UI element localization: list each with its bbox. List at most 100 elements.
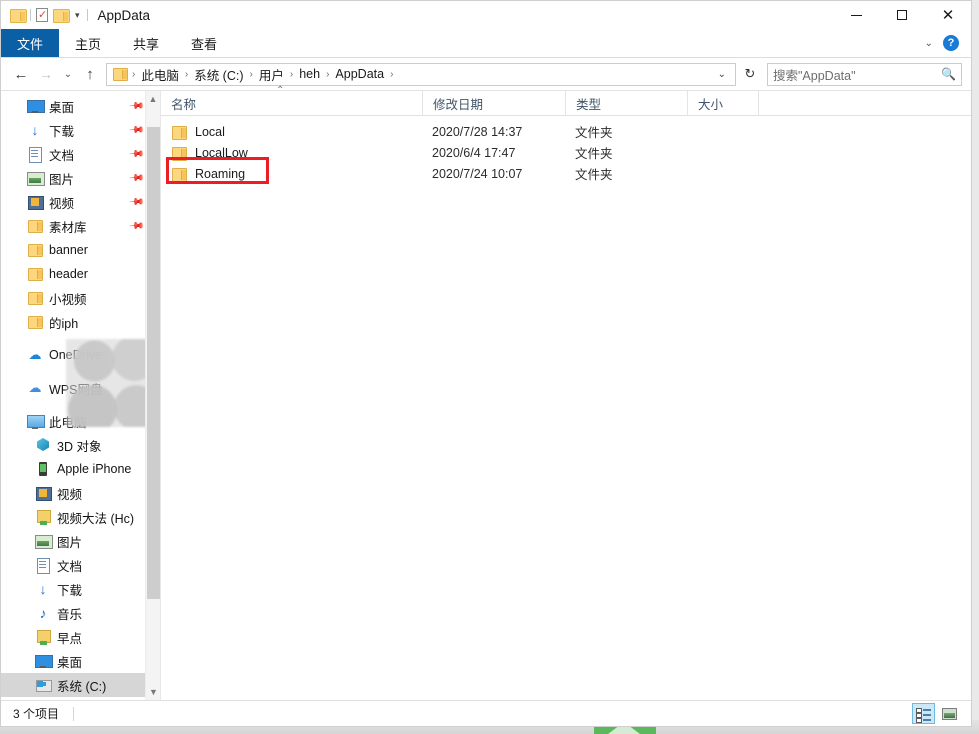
file-name-cell[interactable]: LocalLow [161,146,422,160]
properties-icon[interactable]: ✓ [36,8,48,22]
sidebar-item-pc-desktop[interactable]: 桌面 [1,649,160,673]
scroll-up-button[interactable]: ▲ [146,91,160,107]
table-row[interactable]: Roaming 2020/7/24 10:07 文件夹 [161,163,971,184]
breadcrumb-folder-icon [112,66,128,82]
back-button[interactable]: ← [10,62,32,86]
title-bar: ✓ ▾ AppData ✕ [1,1,971,29]
column-header-type[interactable]: 类型 [565,91,687,116]
minimize-button[interactable] [833,1,879,29]
sidebar-item-this-pc[interactable]: 此电脑 [1,409,160,433]
breadcrumb-separator-3[interactable]: › [286,69,297,80]
scroll-down-button[interactable]: ▼ [146,684,161,700]
search-input[interactable]: 搜索"AppData" 🔍 [767,63,962,86]
toolbar-divider-2 [87,9,88,21]
breadcrumb-separator-5[interactable]: › [386,69,397,80]
item-count-label: 3 个项目 [13,705,59,722]
column-header-spacer[interactable] [758,91,786,116]
sidebar-item-label: WPS网盘 [49,379,102,398]
new-folder-icon[interactable] [53,9,68,21]
column-header-name[interactable]: 名称 ⌃ [161,91,422,116]
address-dropdown-icon[interactable]: ⌄ [713,69,731,80]
table-row[interactable]: Local 2020/7/28 14:37 文件夹 [161,121,971,142]
pin-icon[interactable]: 📌 [127,218,144,235]
sidebar-item-wps-cloud[interactable]: ☁ WPS网盘 [1,376,160,400]
maximize-button[interactable] [879,1,925,29]
recent-locations-button[interactable]: ⌄ [60,62,76,86]
sidebar-item-videos[interactable]: 视频 📌 [1,190,160,214]
pin-icon[interactable]: 📌 [127,122,144,139]
forward-button[interactable]: → [35,62,57,86]
file-name: Local [195,125,225,139]
sidebar-item-label: Apple iPhone [57,462,131,476]
sidebar-item-material-library[interactable]: 素材库 📌 [1,214,160,238]
file-name-cell[interactable]: Local [161,125,422,139]
pin-icon[interactable]: 📌 [127,146,144,163]
file-name-cell[interactable]: Roaming [161,167,422,181]
breadcrumb-item-heh[interactable]: heh [297,67,322,81]
breadcrumb-item-this-pc[interactable]: 此电脑 [139,65,181,84]
breadcrumb-separator-2[interactable]: › [246,69,257,80]
sidebar-item-desktop[interactable]: 桌面 📌 [1,94,160,118]
videos-icon [27,194,43,210]
sidebar-item-zaodian[interactable]: 早点 [1,625,160,649]
breadcrumb-separator-0[interactable]: › [128,69,139,80]
column-header-date-modified[interactable]: 修改日期 [422,91,565,116]
up-button[interactable]: ↑ [79,62,101,86]
sidebar-item-documents[interactable]: 文档 📌 [1,142,160,166]
sidebar-item-3d-objects[interactable]: 3D 对象 [1,433,160,457]
toolbar-divider [30,9,31,21]
breadcrumb-item-users[interactable]: 用户 [257,65,286,84]
sidebar-item-pc-videos[interactable]: 视频 [1,481,160,505]
pin-icon[interactable]: 📌 [127,170,144,187]
table-row[interactable]: LocalLow 2020/6/4 17:47 文件夹 [161,142,971,163]
sidebar-item-downloads[interactable]: ↓ 下载 📌 [1,118,160,142]
scrollbar-thumb[interactable] [147,127,160,599]
breadcrumb-item-appdata[interactable]: AppData [333,67,386,81]
sort-ascending-icon: ⌃ [276,85,284,96]
videos-icon [35,485,51,501]
help-icon[interactable]: ? [943,35,959,51]
sidebar-item-label: 音乐 [57,604,82,623]
details-view-icon [916,707,931,720]
sidebar-item-label: 素材库 [49,217,87,236]
sidebar-item-music[interactable]: ♪ 音乐 [1,601,160,625]
breadcrumb-item-system-c[interactable]: 系统 (C:) [192,65,245,84]
pin-icon[interactable]: 📌 [127,98,144,115]
sidebar-item-pc-downloads[interactable]: ↓ 下载 [1,577,160,601]
sidebar-item-short-video[interactable]: 小视频 [1,286,160,310]
quick-access-toolbar: ✓ ▾ [10,8,88,22]
breadcrumb-separator-4[interactable]: › [322,69,333,80]
close-button[interactable]: ✕ [925,1,971,29]
tab-home[interactable]: 主页 [59,29,117,57]
customize-caret-icon[interactable]: ▾ [73,11,82,20]
folder-icon[interactable] [10,9,25,21]
details-view-button[interactable] [912,703,935,724]
tab-share[interactable]: 共享 [117,29,175,57]
sidebar-item-system-c[interactable]: 系统 (C:) [1,673,160,697]
user-folder-icon [35,629,51,645]
sidebar-item-onedrive[interactable]: ☁ OneDrive [1,343,160,367]
wps-cloud-icon: ☁ [27,380,43,396]
sidebar-item-header[interactable]: header [1,262,160,286]
tab-file[interactable]: 文件 [1,29,59,57]
breadcrumb[interactable]: › 此电脑 › 系统 (C:) › 用户 › heh › AppData › ⌄ [106,63,736,86]
column-header-size[interactable]: 大小 [687,91,758,116]
sidebar-item-apple-iphone[interactable]: Apple iPhone [1,457,160,481]
sidebar-item-pictures[interactable]: 图片 📌 [1,166,160,190]
sidebar-item-label: 下载 [57,580,82,599]
sidebar-item-pc-documents[interactable]: 文档 [1,553,160,577]
navigation-scrollbar[interactable]: ▲ ▼ [145,91,160,700]
sidebar-item-banner[interactable]: banner [1,238,160,262]
chevron-down-icon[interactable]: ⌄ [925,38,933,49]
sidebar-item-video-dafa[interactable]: 视频大法 (Hc) [1,505,160,529]
sidebar-item-iphone-folder[interactable]: 的iph [1,310,160,334]
sidebar-item-label: 图片 [49,169,74,188]
sidebar-item-label: 下载 [49,121,74,140]
search-icon[interactable]: 🔍 [941,67,956,81]
pin-icon[interactable]: 📌 [127,194,144,211]
tab-view[interactable]: 查看 [175,29,233,57]
large-icons-view-button[interactable] [938,703,961,724]
breadcrumb-separator-1[interactable]: › [181,69,192,80]
refresh-button[interactable]: ↻ [739,63,761,86]
sidebar-item-pc-pictures[interactable]: 图片 [1,529,160,553]
